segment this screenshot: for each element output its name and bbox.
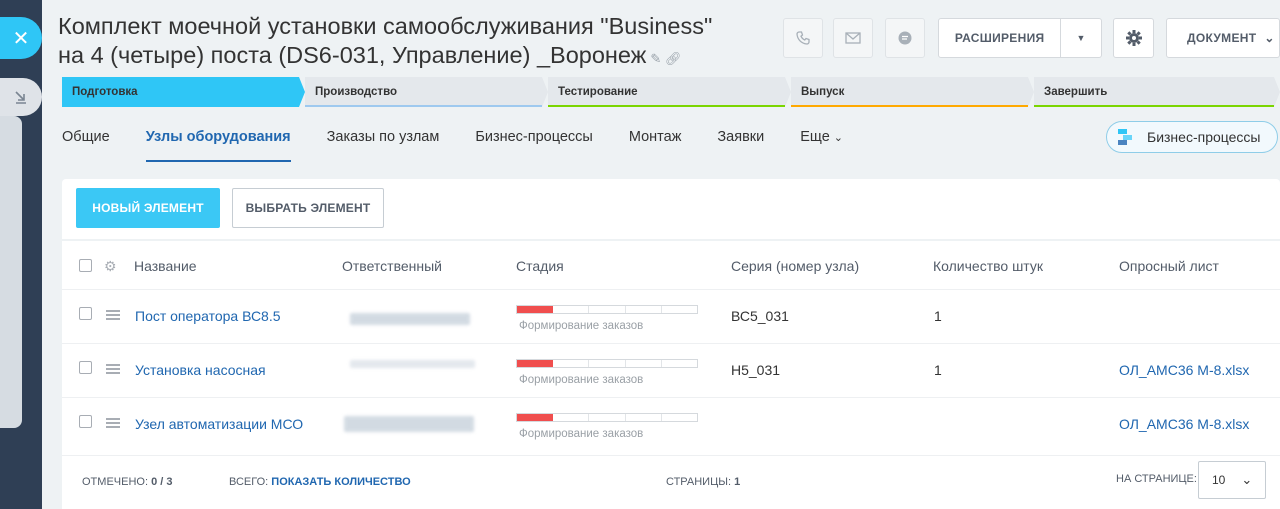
tab-installation[interactable]: Монтаж	[629, 126, 682, 156]
tab-more[interactable]: Еще ⌄	[800, 126, 843, 156]
column-quantity[interactable]: Количество штук	[933, 258, 1043, 274]
extensions-label: РАСШИРЕНИЯ	[954, 31, 1045, 45]
total-label: ВСЕГО:	[229, 476, 269, 488]
phone-icon[interactable]	[783, 18, 823, 58]
table-row[interactable]: Пост оператора ВС8.5 Формирование заказо…	[62, 289, 1280, 343]
column-questionnaire[interactable]: Опросный лист	[1119, 258, 1219, 274]
settings-button[interactable]	[1113, 18, 1154, 58]
selected-label: ОТМЕЧЕНО:	[82, 476, 148, 488]
row-checkbox[interactable]	[79, 415, 92, 428]
per-page-label: НА СТРАНИЦЕ:	[1116, 473, 1197, 485]
series-value: ВС5_031	[731, 308, 789, 324]
new-element-button[interactable]: НОВЫЙ ЭЛЕМЕНТ	[76, 188, 220, 228]
stage-label: Тестирование	[558, 86, 638, 98]
row-name-link[interactable]: Пост оператора ВС8.5	[135, 308, 281, 324]
minimize-icon[interactable]	[0, 78, 42, 116]
chat-icon[interactable]	[885, 18, 925, 58]
link-icon[interactable]: 🔗︎	[665, 51, 682, 66]
per-page-select[interactable]: 10 ⌄	[1198, 461, 1266, 499]
stage-testing[interactable]: Тестирование	[548, 77, 791, 107]
select-all-checkbox[interactable]	[79, 259, 92, 272]
tab-business-processes[interactable]: Бизнес-процессы	[475, 126, 593, 156]
business-processes-button[interactable]: Бизнес-процессы	[1106, 121, 1278, 153]
grid-header: ⚙ Название Ответственный Стадия Серия (н…	[62, 241, 1280, 291]
series-value: Н5_031	[731, 362, 781, 378]
tab-unit-orders[interactable]: Заказы по узлам	[327, 126, 440, 156]
row-name-link[interactable]: Установка насосная	[135, 362, 266, 378]
left-rail: ✕	[0, 0, 42, 509]
stage-label: Формирование заказов	[519, 320, 644, 332]
stage-label: Выпуск	[801, 86, 845, 98]
close-icon[interactable]: ✕	[0, 17, 42, 59]
chevron-down-icon[interactable]: ▼	[1061, 33, 1101, 43]
chevron-down-icon: ⌄	[833, 132, 844, 144]
show-count-link[interactable]: ПОКАЗАТЬ КОЛИЧЕСТВО	[271, 476, 410, 488]
stage-label: Подготовка	[72, 86, 138, 98]
drag-handle-icon[interactable]	[106, 364, 120, 374]
tab-requests[interactable]: Заявки	[717, 126, 764, 156]
drag-handle-icon[interactable]	[106, 310, 120, 320]
document-label: ДОКУМЕНТ	[1187, 31, 1257, 45]
business-processes-label: Бизнес-процессы	[1147, 129, 1261, 145]
title-line-1: Комплект моечной установки самообслужива…	[58, 13, 713, 39]
stage-label: Формирование заказов	[519, 428, 644, 440]
table-row[interactable]: Установка насосная Формирование заказов …	[62, 343, 1280, 397]
page-number[interactable]: 1	[734, 476, 740, 488]
questionnaire-link[interactable]: ОЛ_АМС36 М-8.xlsx	[1119, 416, 1249, 432]
extensions-button[interactable]: РАСШИРЕНИЯ ▼	[938, 18, 1102, 58]
stage-progress[interactable]	[516, 359, 698, 368]
row-name-link[interactable]: Узел автоматизации МСО	[135, 416, 303, 432]
drag-handle-icon[interactable]	[106, 418, 120, 428]
gear-icon	[1125, 30, 1142, 46]
equipment-grid: ⚙ Название Ответственный Стадия Серия (н…	[62, 241, 1280, 509]
stage-progress[interactable]	[516, 413, 698, 422]
selected-count: 0 / 3	[151, 476, 173, 488]
column-series[interactable]: Серия (номер узла)	[731, 258, 859, 274]
stage-bar: Подготовка Производство Тестирование Вып…	[62, 77, 1280, 107]
background-panel	[0, 116, 22, 428]
row-checkbox[interactable]	[79, 361, 92, 374]
page-title: Комплект моечной установки самообслужива…	[58, 12, 778, 73]
chevron-down-icon: ⌄	[1264, 31, 1275, 45]
stage-finish[interactable]: Завершить	[1034, 77, 1280, 107]
per-page-value: 10	[1212, 473, 1226, 487]
pages-label: СТРАНИЦЫ:	[666, 476, 732, 488]
mail-icon[interactable]	[833, 18, 873, 58]
stage-release[interactable]: Выпуск	[791, 77, 1034, 107]
tab-equipment-units[interactable]: Узлы оборудования	[145, 126, 291, 162]
quantity-value: 1	[934, 308, 942, 324]
tab-more-label: Еще	[800, 129, 830, 145]
table-row[interactable]: Узел автоматизации МСО Формирование зака…	[62, 397, 1280, 451]
questionnaire-link[interactable]: ОЛ_АМС36 М-8.xlsx	[1119, 362, 1249, 378]
column-stage[interactable]: Стадия	[516, 258, 564, 274]
business-process-icon	[1118, 129, 1132, 145]
stage-label: Формирование заказов	[519, 374, 644, 386]
grid-footer: ОТМЕЧЕНО: 0 / 3 ВСЕГО: ПОКАЗАТЬ КОЛИЧЕСТ…	[62, 455, 1280, 509]
stage-label: Завершить	[1044, 86, 1108, 98]
stage-progress[interactable]	[516, 305, 698, 314]
stage-preparation[interactable]: Подготовка	[62, 77, 305, 107]
title-line-2: на 4 (четыре) поста (DS6-031, Управление…	[58, 42, 647, 68]
choose-element-button[interactable]: ВЫБРАТЬ ЭЛЕМЕНТ	[232, 188, 384, 228]
entity-slider: Комплект моечной установки самообслужива…	[42, 0, 1280, 509]
row-checkbox[interactable]	[79, 307, 92, 320]
responsible-redacted	[350, 360, 475, 368]
column-name[interactable]: Название	[134, 258, 197, 274]
gear-icon[interactable]: ⚙	[104, 258, 117, 275]
tab-general[interactable]: Общие	[62, 126, 110, 156]
tab-bar: Общие Узлы оборудования Заказы по узлам …	[62, 126, 879, 162]
quantity-value: 1	[934, 362, 942, 378]
stage-production[interactable]: Производство	[305, 77, 548, 107]
chevron-down-icon: ⌄	[1241, 472, 1253, 487]
column-responsible[interactable]: Ответственный	[342, 258, 442, 274]
stage-label: Производство	[315, 86, 398, 98]
document-button[interactable]: ДОКУМЕНТ ⌄	[1166, 18, 1280, 58]
responsible-redacted	[350, 313, 470, 325]
grid-toolbar: НОВЫЙ ЭЛЕМЕНТ ВЫБРАТЬ ЭЛЕМЕНТ	[62, 179, 1280, 239]
edit-icon[interactable]: ✎	[650, 51, 661, 66]
responsible-redacted	[344, 416, 474, 432]
